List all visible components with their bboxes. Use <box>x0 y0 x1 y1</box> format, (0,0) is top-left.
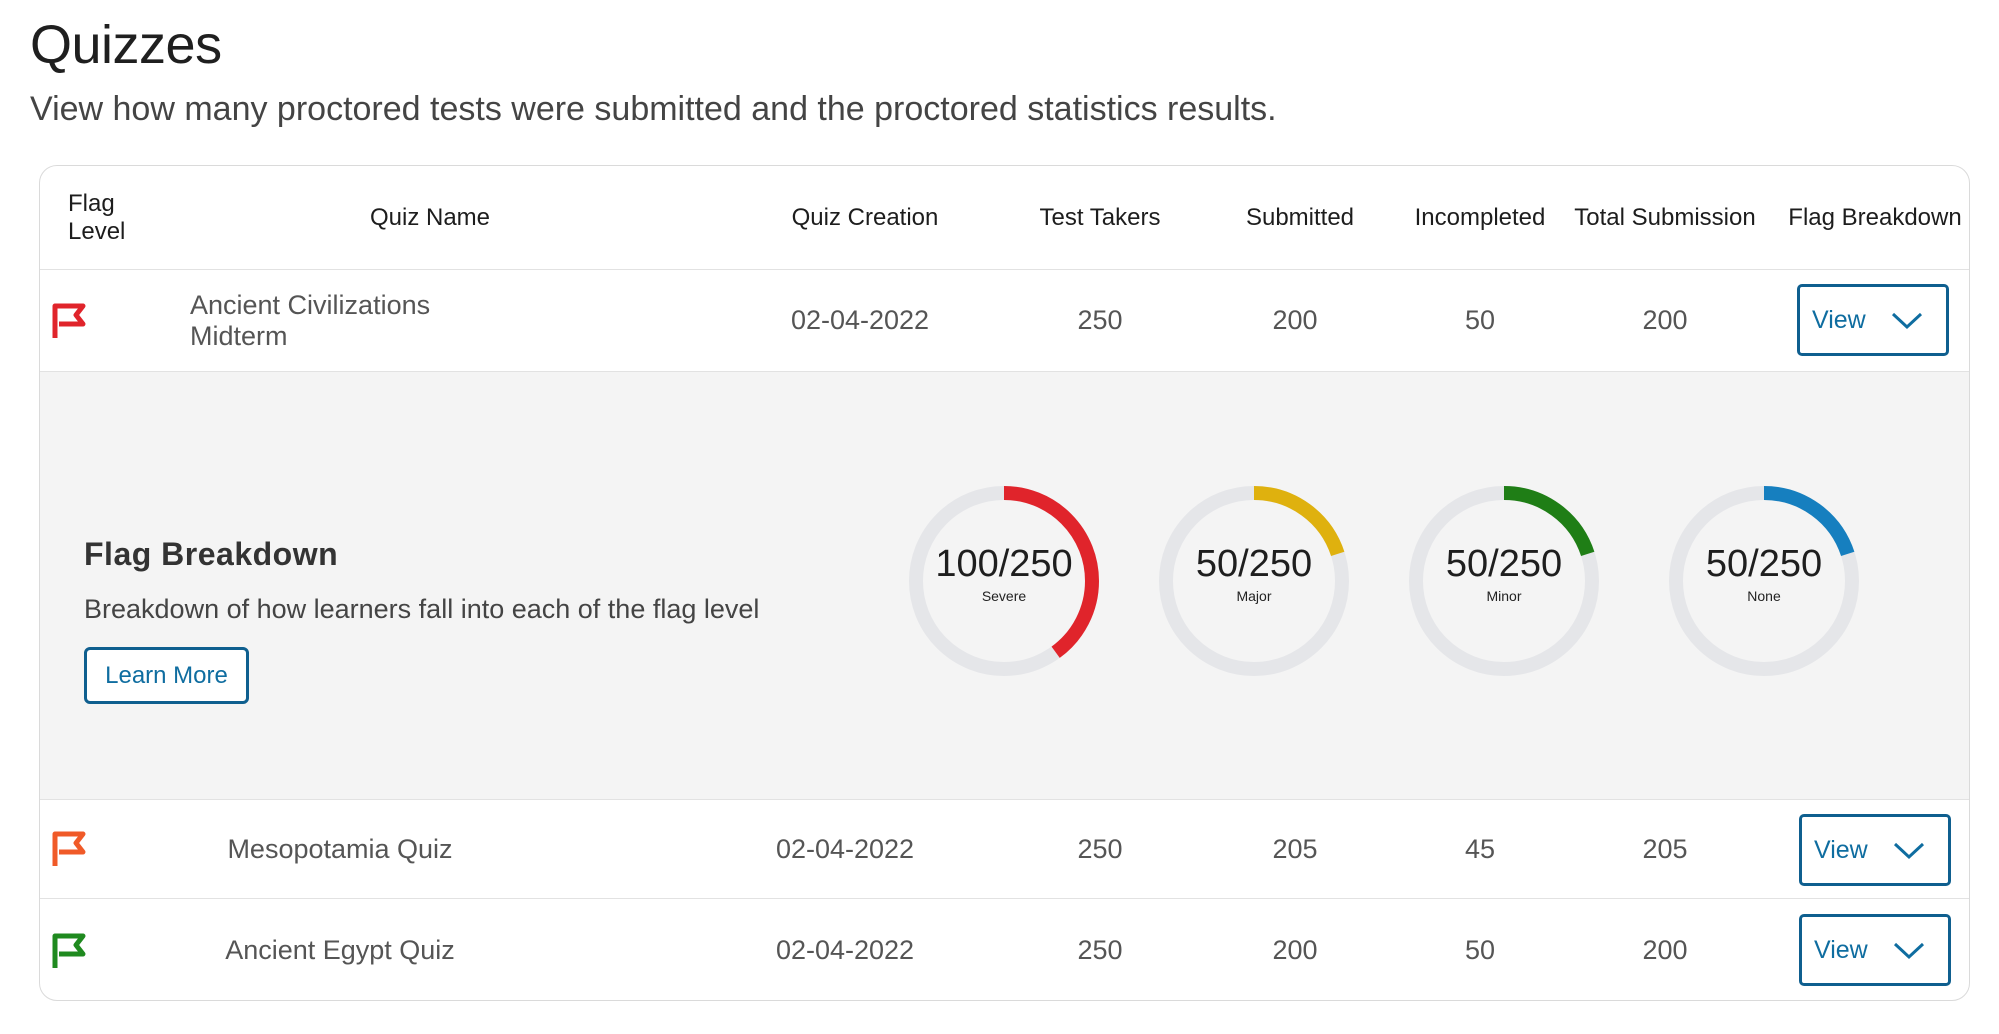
donut-value: 50/250 <box>1195 543 1313 585</box>
donut-label: Severe <box>981 588 1027 604</box>
total-submission: 200 <box>1642 305 1688 335</box>
flag-shape <box>52 831 86 866</box>
donut-value: 100/250 <box>935 543 1073 585</box>
donut-major: 50/250 Major <box>1154 481 1354 681</box>
donut-value: 50/250 <box>1705 543 1823 585</box>
flag-icon <box>52 933 86 968</box>
header-flag-level: Flag Level <box>68 189 126 245</box>
view-button-label: View <box>1814 935 1868 964</box>
quiz-name: Ancient Egypt Quiz <box>225 935 455 965</box>
header-flag-breakdown: Flag Breakdown <box>1788 203 1962 231</box>
total-submission: 205 <box>1642 833 1688 864</box>
learn-more-button[interactable]: Learn More <box>84 647 249 704</box>
donut-minor: 50/250 Minor <box>1404 481 1604 681</box>
table-header-row: Flag Level Quiz Name Quiz Creation Test … <box>40 166 1969 270</box>
test-takers: 250 <box>1077 305 1123 335</box>
header-total-submission: Total Submission <box>1574 203 1756 231</box>
submitted: 200 <box>1272 305 1318 335</box>
view-breakdown-button[interactable]: View <box>1799 814 1951 886</box>
flag-breakdown-panel: Flag Breakdown Breakdown of how learners… <box>40 372 1969 800</box>
incompleted: 50 <box>1464 935 1496 965</box>
donut-value: 50/250 <box>1445 543 1563 585</box>
test-takers: 250 <box>1077 935 1123 965</box>
donut-severe: 100/250 Severe <box>904 481 1104 681</box>
total-submission: 200 <box>1642 935 1688 965</box>
view-breakdown-button[interactable]: View <box>1797 284 1949 356</box>
incompleted: 50 <box>1464 305 1496 335</box>
quiz-name: Ancient Civilizations Midterm <box>190 289 431 351</box>
flag-shape <box>52 303 86 338</box>
page-title: Quizzes <box>30 15 222 75</box>
table-row: Ancient Civilizations Midterm 02-04-2022… <box>40 270 1969 372</box>
submitted: 200 <box>1272 935 1318 965</box>
page-subtitle: View how many proctored tests were submi… <box>30 90 1277 128</box>
flag-icon <box>52 303 86 338</box>
donut-label: Minor <box>1486 588 1522 604</box>
donut-label: Major <box>1236 588 1272 604</box>
chevron-down-icon <box>1891 312 1923 330</box>
panel-description: Breakdown of how learners fall into each… <box>84 594 760 624</box>
test-takers: 250 <box>1077 833 1123 864</box>
header-quiz-creation: Quiz Creation <box>791 203 939 231</box>
header-quiz-name: Quiz Name <box>369 203 491 231</box>
quiz-creation: 02-04-2022 <box>775 935 915 965</box>
chevron-down-icon <box>1893 842 1925 860</box>
chevron-down-icon <box>1893 942 1925 960</box>
donut-none: 50/250 None <box>1664 481 1864 681</box>
quiz-creation: 02-04-2022 <box>775 833 915 864</box>
donut-label: None <box>1747 588 1781 604</box>
incompleted: 45 <box>1464 833 1496 864</box>
flag-icon <box>52 831 86 866</box>
quizzes-table: Flag Level Quiz Name Quiz Creation Test … <box>39 165 1970 1001</box>
quiz-name: Mesopotamia Quiz <box>227 833 453 864</box>
panel-title: Flag Breakdown <box>84 536 339 572</box>
header-test-takers: Test Takers <box>1039 203 1161 231</box>
view-button-label: View <box>1814 835 1868 864</box>
table-row: Ancient Egypt Quiz 02-04-2022 250 200 50… <box>40 899 1969 1000</box>
quiz-creation: 02-04-2022 <box>790 305 930 335</box>
submitted: 205 <box>1272 833 1318 864</box>
flag-shape <box>52 933 86 968</box>
table-row: Mesopotamia Quiz 02-04-2022 250 205 45 2… <box>40 800 1969 899</box>
view-button-label: View <box>1812 305 1866 334</box>
view-breakdown-button[interactable]: View <box>1799 914 1951 986</box>
